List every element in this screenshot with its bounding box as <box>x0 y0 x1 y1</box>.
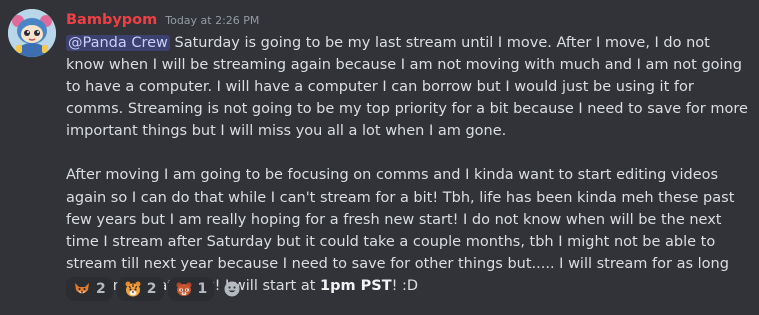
reaction-fox[interactable]: 2 <box>66 277 113 301</box>
reactions-bar: 2 2 1 <box>66 277 246 301</box>
fox-emoji-icon <box>75 283 89 294</box>
timestamp: Today at 2:26 PM <box>165 14 260 27</box>
reaction-count: 2 <box>96 281 106 297</box>
paragraph-2-end: ! :D <box>391 277 419 294</box>
reaction-count: 2 <box>146 281 157 297</box>
message-paragraph-1: @Panda Crew Saturday is going to be my l… <box>66 32 749 142</box>
paragraph-2-text: After moving I am going to be focusing o… <box>66 167 735 294</box>
avatar-image <box>8 9 56 57</box>
message-content: @Panda Crew Saturday is going to be my l… <box>66 32 749 297</box>
tiger-emoji-icon <box>125 281 141 297</box>
red-panda-emoji-icon <box>176 282 191 296</box>
stream-time-bold: 1pm PST <box>320 277 392 294</box>
add-reaction-button[interactable] <box>218 277 246 301</box>
role-mention[interactable]: @Panda Crew <box>66 35 170 51</box>
reaction-tiger[interactable]: 2 <box>116 277 164 301</box>
message-header: Bambypom Today at 2:26 PM <box>66 9 259 31</box>
reaction-count: 1 <box>197 281 208 297</box>
username[interactable]: Bambypom <box>66 9 157 31</box>
add-reaction-smiley-icon <box>224 281 240 297</box>
avatar[interactable] <box>8 9 56 57</box>
chat-message: Bambypom Today at 2:26 PM @Panda Crew Sa… <box>0 0 759 315</box>
reaction-red-panda[interactable]: 1 <box>167 277 215 301</box>
